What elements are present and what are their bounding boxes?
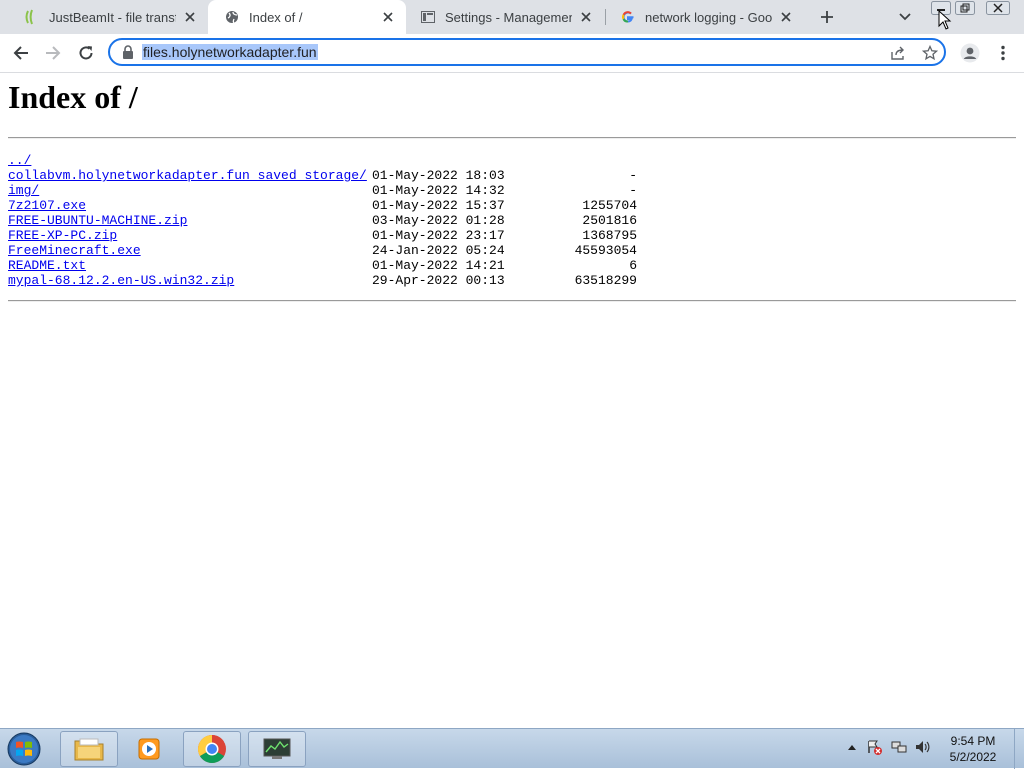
folder-icon [74,738,104,761]
close-icon [986,1,1010,15]
system-clock[interactable]: 9:54 PM 5/2/2022 [940,733,1006,765]
page-title: Index of / [8,79,138,115]
close-tab-icon[interactable] [182,9,198,25]
tab-title: Index of / [249,9,303,25]
tab-settings[interactable]: Settings - Management [404,0,604,34]
address-bar[interactable]: files.holynetworkadapter.fun [108,38,946,66]
close-tab-icon[interactable] [578,9,594,25]
divider-top [8,137,1016,139]
entry-date: 01-May-2022 23:17 [372,228,505,243]
browser-toolbar: files.holynetworkadapter.fun [0,34,1024,73]
clock-time: 9:54 PM [950,734,996,748]
mouse-cursor-icon [938,10,952,30]
taskbar-media-player[interactable] [120,731,178,767]
monitor-chart-icon [263,738,291,759]
globe-icon [224,9,240,25]
entry-link[interactable]: FreeMinecraft.exe [8,243,141,258]
share-button[interactable] [888,43,908,63]
arrow-right-icon [46,46,61,60]
entry-size: 45593054 [574,243,637,258]
entry-date: 01-May-2022 14:21 [372,258,505,273]
reload-button[interactable] [72,39,100,67]
tab-google-search[interactable]: network logging - Google Search [604,0,804,34]
tab-title: Settings - Management [445,9,572,25]
entry-date: 29-Apr-2022 00:13 [372,273,505,288]
bookmark-button[interactable] [920,43,940,63]
tab-title: network logging - Google Search [645,9,772,25]
tab-search-button[interactable] [896,8,914,26]
arrow-left-icon [13,46,28,60]
justbeamit-icon [24,9,40,25]
plus-icon [821,11,833,23]
entry-size: 2501816 [582,213,637,228]
menu-button[interactable] [989,39,1017,67]
avatar-icon [960,43,980,63]
divider-bottom [8,300,1016,302]
clock-date: 5/2/2022 [949,750,997,764]
entry-link[interactable]: 7z2107.exe [8,198,86,213]
chevron-up-icon [848,745,856,750]
restore-icon [955,1,975,15]
action-center-icon[interactable] [866,739,882,755]
entry-link[interactable]: img/ [8,183,39,198]
star-icon [922,45,938,61]
close-tab-icon[interactable] [778,9,794,25]
maximize-button[interactable] [952,0,978,16]
entry-date: 24-Jan-2022 05:24 [372,243,505,258]
entry-link[interactable]: README.txt [8,258,86,273]
chrome-icon [198,735,226,763]
tab-justbeamit[interactable]: JustBeamIt - file transfer made easy [8,0,208,34]
entry-link[interactable]: ../ [8,153,31,168]
forward-button[interactable] [39,39,67,67]
tab-index[interactable]: Index of / [208,0,406,34]
volume-icon[interactable] [914,739,930,755]
entry-link[interactable]: mypal-68.12.2.en-US.win32.zip [8,273,234,288]
taskbar-explorer[interactable] [60,731,118,767]
entry-size: 1368795 [582,228,637,243]
tab-title: JustBeamIt - file transfer made easy [49,9,176,25]
taskbar-chrome[interactable] [183,731,241,767]
tab-strip: JustBeamIt - file transfer made easy Ind… [0,0,1024,34]
taskbar-network-monitor[interactable] [248,731,306,767]
entry-date: 03-May-2022 01:28 [372,213,505,228]
entry-date: 01-May-2022 14:32 [372,183,505,198]
entry-link[interactable]: collabvm.holynetworkadapter.fun saved st… [8,168,367,183]
page-content: Index of / ../ collabvm.holynetworkadapt… [0,73,1024,728]
start-button[interactable] [4,731,44,767]
back-button[interactable] [7,39,35,67]
url-text[interactable]: files.holynetworkadapter.fun [142,44,318,60]
close-tab-icon[interactable] [380,9,396,25]
entry-date: 01-May-2022 18:03 [372,168,505,183]
lock-icon[interactable] [121,45,135,59]
chevron-down-icon [899,13,911,21]
entry-link[interactable]: FREE-UBUNTU-MACHINE.zip [8,213,187,228]
settings-page-icon [420,9,436,25]
entry-date: 01-May-2022 15:37 [372,198,505,213]
show-desktop-button[interactable] [1014,729,1024,769]
show-hidden-icons-button[interactable] [844,739,860,755]
entry-link[interactable]: FREE-XP-PC.zip [8,228,117,243]
windows-logo-icon [7,732,41,766]
media-player-icon [138,738,160,760]
entry-size: 1255704 [582,198,637,213]
kebab-menu-icon [1001,45,1005,61]
google-icon [620,9,636,25]
entry-size: 63518299 [574,273,637,288]
share-icon [891,46,904,60]
entry-size: 6 [629,258,637,273]
entry-size: - [629,183,637,198]
new-tab-button[interactable] [816,6,838,28]
entry-size: - [629,168,637,183]
close-window-button[interactable] [984,0,1012,16]
profile-button[interactable] [956,39,984,67]
taskbar: 9:54 PM 5/2/2022 [0,728,1024,769]
network-icon[interactable] [891,739,907,755]
reload-icon [79,46,93,60]
